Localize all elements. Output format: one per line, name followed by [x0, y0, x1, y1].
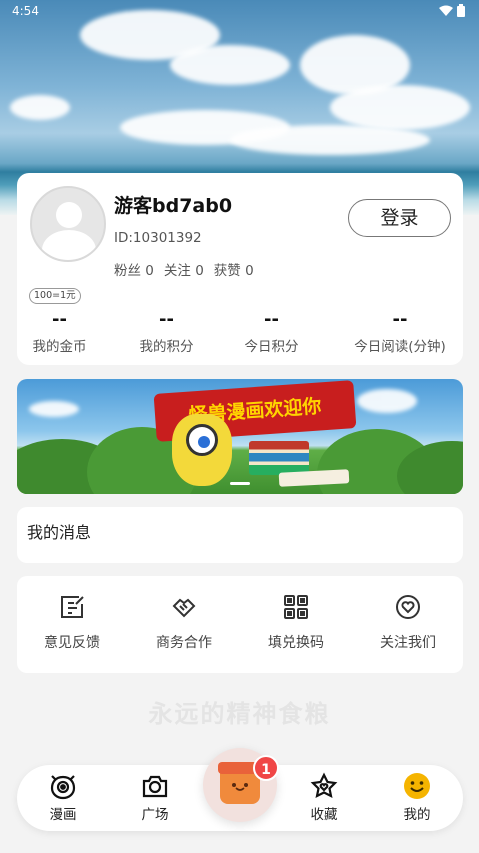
user-id: ID:10301392 — [114, 230, 202, 246]
nav-label: 收藏 — [310, 807, 338, 823]
stats-row: -- 我的金币 -- 我的积分 -- 今日积分 -- 今日阅读(分钟) — [17, 309, 463, 359]
profile-card: 游客bd7ab0 ID:10301392 粉丝 0 关注 0 获赞 0 登录 1… — [17, 173, 463, 365]
stat-today-points[interactable]: -- 今日积分 — [239, 309, 304, 355]
stat-label: 今日积分 — [244, 339, 299, 355]
notification-badge: 1 — [253, 755, 279, 781]
feedback-icon — [22, 594, 122, 620]
function-grid: 意见反馈 商务合作 填兑换码 关注我们 — [17, 576, 463, 673]
nav-mine[interactable]: 我的 — [387, 772, 447, 823]
feedback-button[interactable]: 意见反馈 — [22, 594, 122, 652]
function-label: 商务合作 — [156, 635, 212, 651]
stat-label: 我的积分 — [139, 339, 194, 355]
function-label: 关注我们 — [380, 635, 436, 651]
stat-value: -- — [159, 309, 174, 330]
function-label: 意见反馈 — [44, 635, 100, 651]
nav-favorites[interactable]: 收藏 — [294, 772, 354, 823]
nav-label: 漫画 — [49, 807, 77, 823]
nav-label: 广场 — [141, 807, 169, 823]
stat-label: 今日阅读(分钟) — [354, 339, 446, 355]
social-counts: 粉丝 0 关注 0 获赞 0 — [114, 259, 254, 279]
camera-icon — [125, 772, 185, 800]
promo-banner[interactable]: 怪兽漫画欢迎你 — [17, 379, 463, 494]
heart-icon — [358, 594, 458, 620]
stat-label: 我的金币 — [32, 339, 87, 355]
slogan: 永远的精神食粮 — [148, 700, 331, 728]
status-bar: 4:54 — [0, 0, 479, 22]
function-label: 填兑换码 — [268, 635, 324, 651]
username: 游客bd7ab0 — [114, 195, 233, 217]
coin-rate-badge: 100=1元 — [29, 288, 81, 304]
login-button[interactable]: 登录 — [348, 199, 451, 237]
wifi-icon — [439, 2, 453, 24]
nav-label: 我的 — [403, 807, 431, 823]
stat-coins[interactable]: -- 我的金币 — [27, 309, 92, 355]
my-messages-title: 我的消息 — [27, 523, 92, 542]
avatar[interactable] — [30, 186, 106, 262]
books-illustration — [249, 441, 309, 475]
follow-us-button[interactable]: 关注我们 — [358, 594, 458, 652]
stat-value: -- — [52, 309, 67, 330]
nav-plaza[interactable]: 广场 — [125, 772, 185, 823]
star-heart-icon — [294, 772, 354, 800]
stat-points[interactable]: -- 我的积分 — [134, 309, 199, 355]
redeem-code-button[interactable]: 填兑换码 — [246, 594, 346, 652]
handshake-icon — [134, 594, 234, 620]
stat-value: -- — [264, 309, 279, 330]
my-messages-card[interactable]: 我的消息 — [17, 507, 463, 563]
monster-eye-icon — [33, 772, 93, 800]
stat-value: -- — [392, 309, 408, 330]
likes-count[interactable]: 获赞 0 — [214, 259, 254, 279]
smiley-icon — [387, 772, 447, 800]
following-count[interactable]: 关注 0 — [164, 259, 204, 279]
battery-icon — [457, 2, 465, 24]
qrcode-icon — [246, 594, 346, 620]
carousel-indicator — [230, 482, 250, 485]
nav-comics[interactable]: 漫画 — [33, 772, 93, 823]
business-cooperation-button[interactable]: 商务合作 — [134, 594, 234, 652]
monster-mascot — [172, 414, 232, 486]
followers-count[interactable]: 粉丝 0 — [114, 259, 154, 279]
stat-today-reading[interactable]: -- 今日阅读(分钟) — [347, 309, 453, 355]
status-time: 4:54 — [12, 4, 39, 18]
